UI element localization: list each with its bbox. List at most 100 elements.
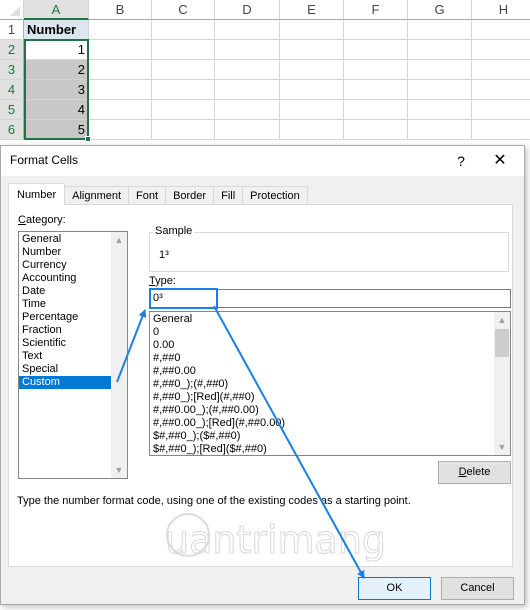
tab-number[interactable]: Number bbox=[8, 183, 66, 205]
column-header-b[interactable]: B bbox=[89, 0, 152, 20]
cell-a3[interactable]: 2 bbox=[24, 60, 89, 80]
tab-fill[interactable]: Fill bbox=[213, 186, 244, 205]
empty-cell[interactable] bbox=[152, 40, 215, 60]
empty-cell[interactable] bbox=[344, 20, 408, 40]
empty-cell[interactable] bbox=[89, 100, 152, 120]
dialog-titlebar[interactable]: Format Cells ? ✕ bbox=[1, 146, 524, 176]
category-scrollbar[interactable]: ▲ ▼ bbox=[111, 232, 127, 478]
column-header-c[interactable]: C bbox=[152, 0, 215, 20]
cell-a2[interactable]: 1 bbox=[24, 40, 89, 60]
format-code-item[interactable]: 0 bbox=[150, 326, 510, 339]
column-header-d[interactable]: D bbox=[215, 0, 280, 20]
empty-cell[interactable] bbox=[408, 20, 472, 40]
tab-protection[interactable]: Protection bbox=[242, 186, 308, 205]
empty-cell[interactable] bbox=[344, 100, 408, 120]
empty-cell[interactable] bbox=[408, 60, 472, 80]
empty-cell[interactable] bbox=[472, 120, 530, 140]
column-header-a[interactable]: A bbox=[24, 0, 89, 20]
category-custom[interactable]: Custom bbox=[19, 376, 111, 389]
format-code-scrollbar[interactable]: ▲ ▼ bbox=[494, 312, 510, 455]
scroll-down-icon[interactable]: ▼ bbox=[111, 463, 127, 477]
category-label-text: ategory: bbox=[25, 214, 66, 226]
format-code-item[interactable]: $#,##0_);[Red]($#,##0) bbox=[150, 443, 510, 455]
empty-cell[interactable] bbox=[152, 100, 215, 120]
tab-font[interactable]: Font bbox=[128, 186, 167, 205]
ok-button[interactable]: OK bbox=[358, 577, 431, 600]
format-code-item[interactable]: #,##0.00_);(#,##0.00) bbox=[150, 404, 510, 417]
empty-cell[interactable] bbox=[152, 80, 215, 100]
format-code-item[interactable]: 0.00 bbox=[150, 339, 510, 352]
row-header-5[interactable]: 5 bbox=[0, 100, 24, 120]
empty-cell[interactable] bbox=[280, 20, 344, 40]
empty-cell[interactable] bbox=[89, 120, 152, 140]
cell-a1[interactable]: Number bbox=[24, 20, 89, 40]
empty-cell[interactable] bbox=[472, 20, 530, 40]
empty-cell[interactable] bbox=[408, 100, 472, 120]
fill-handle[interactable] bbox=[85, 136, 91, 142]
empty-cell[interactable] bbox=[152, 120, 215, 140]
empty-cell[interactable] bbox=[344, 80, 408, 100]
cell-a4[interactable]: 3 bbox=[24, 80, 89, 100]
empty-cell[interactable] bbox=[472, 80, 530, 100]
empty-cell[interactable] bbox=[472, 100, 530, 120]
empty-cell[interactable] bbox=[215, 40, 280, 60]
column-header-g[interactable]: G bbox=[408, 0, 472, 20]
column-header-f[interactable]: F bbox=[344, 0, 408, 20]
format-code-item[interactable]: #,##0 bbox=[150, 352, 510, 365]
close-icon[interactable]: ✕ bbox=[488, 150, 512, 172]
format-code-list[interactable]: General 0 0.00 #,##0 #,##0.00 #,##0_);(#… bbox=[149, 311, 511, 456]
empty-cell[interactable] bbox=[472, 40, 530, 60]
empty-cell[interactable] bbox=[89, 80, 152, 100]
empty-cell[interactable] bbox=[408, 120, 472, 140]
type-label-text: ype: bbox=[155, 275, 176, 287]
empty-cell[interactable] bbox=[280, 60, 344, 80]
empty-cell[interactable] bbox=[408, 80, 472, 100]
scroll-down-icon[interactable]: ▼ bbox=[494, 440, 510, 454]
empty-cell[interactable] bbox=[215, 20, 280, 40]
empty-cell[interactable] bbox=[280, 100, 344, 120]
format-code-item[interactable]: #,##0.00 bbox=[150, 365, 510, 378]
type-input[interactable]: 0³ bbox=[149, 289, 511, 308]
empty-cell[interactable] bbox=[472, 60, 530, 80]
row-header-3[interactable]: 3 bbox=[0, 60, 24, 80]
help-icon[interactable]: ? bbox=[451, 150, 471, 172]
scroll-up-icon[interactable]: ▲ bbox=[111, 233, 127, 247]
format-code-item[interactable]: $#,##0_);($#,##0) bbox=[150, 430, 510, 443]
empty-cell[interactable] bbox=[344, 40, 408, 60]
format-code-item[interactable]: #,##0_);(#,##0) bbox=[150, 378, 510, 391]
row-header-4[interactable]: 4 bbox=[0, 80, 24, 100]
empty-cell[interactable] bbox=[280, 120, 344, 140]
column-header-h[interactable]: H bbox=[472, 0, 530, 20]
cancel-button[interactable]: Cancel bbox=[441, 577, 514, 600]
empty-cell[interactable] bbox=[215, 100, 280, 120]
empty-cell[interactable] bbox=[215, 60, 280, 80]
empty-cell[interactable] bbox=[408, 40, 472, 60]
format-code-item[interactable]: #,##0_);[Red](#,##0) bbox=[150, 391, 510, 404]
column-header-e[interactable]: E bbox=[280, 0, 344, 20]
empty-cell[interactable] bbox=[89, 40, 152, 60]
delete-button[interactable]: Delete bbox=[438, 461, 511, 484]
cell-a5[interactable]: 4 bbox=[24, 100, 89, 120]
format-code-item[interactable]: #,##0.00_);[Red](#,##0.00) bbox=[150, 417, 510, 430]
scroll-up-icon[interactable]: ▲ bbox=[494, 313, 510, 327]
row-header-2[interactable]: 2 bbox=[0, 40, 24, 60]
select-all-corner[interactable] bbox=[0, 0, 24, 20]
empty-cell[interactable] bbox=[215, 80, 280, 100]
empty-cell[interactable] bbox=[344, 60, 408, 80]
tab-border[interactable]: Border bbox=[165, 186, 215, 205]
empty-cell[interactable] bbox=[89, 20, 152, 40]
category-list[interactable]: General Number Currency Accounting Date … bbox=[18, 231, 128, 479]
empty-cell[interactable] bbox=[280, 80, 344, 100]
empty-cell[interactable] bbox=[280, 40, 344, 60]
row-header-1[interactable]: 1 bbox=[0, 20, 24, 40]
empty-cell[interactable] bbox=[152, 20, 215, 40]
scroll-thumb[interactable] bbox=[495, 329, 509, 357]
row-header-6[interactable]: 6 bbox=[0, 120, 24, 140]
format-code-item[interactable]: General bbox=[150, 313, 510, 326]
empty-cell[interactable] bbox=[152, 60, 215, 80]
empty-cell[interactable] bbox=[344, 120, 408, 140]
cell-a6[interactable]: 5 bbox=[24, 120, 89, 140]
empty-cell[interactable] bbox=[89, 60, 152, 80]
tab-alignment[interactable]: Alignment bbox=[64, 186, 130, 205]
empty-cell[interactable] bbox=[215, 120, 280, 140]
